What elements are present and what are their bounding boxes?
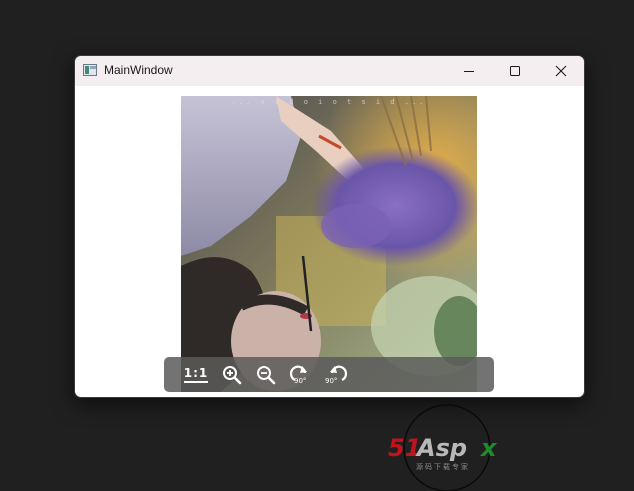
minimize-icon (464, 71, 474, 72)
zoom-in-icon (223, 366, 242, 385)
app-window-icon (83, 64, 97, 76)
image-viewer[interactable]: ... v s d o i o t s i d ... (181, 96, 477, 392)
zoom-out-button[interactable] (251, 361, 281, 389)
watermark-logo: 51 Asp x 源码下载专家 (388, 404, 498, 491)
zoom-out-icon (257, 366, 276, 385)
close-icon (555, 65, 567, 77)
photo-caption: ... v s d o i o t s i d ... (231, 98, 427, 106)
main-window: MainWindow ... v s d o i o t s i d ... 1… (74, 55, 585, 398)
svg-text:源码下载专家: 源码下载专家 (416, 462, 470, 471)
image-toolbar: 1:1 90° 90° (164, 357, 494, 392)
rotate-counterclockwise-button[interactable]: 90° (322, 361, 352, 389)
close-button[interactable] (538, 56, 584, 86)
rotate-counterclockwise-icon: 90° (324, 363, 350, 387)
svg-text:Asp: Asp (415, 434, 467, 462)
rotate-clockwise-icon: 90° (287, 363, 313, 387)
window-title: MainWindow (104, 63, 173, 77)
maximize-icon (510, 66, 520, 76)
actual-size-label: 1:1 (183, 367, 209, 383)
actual-size-button[interactable]: 1:1 (181, 361, 211, 389)
photo-image (181, 96, 477, 392)
zoom-in-button[interactable] (217, 361, 247, 389)
rotate-clockwise-button[interactable]: 90° (285, 361, 315, 389)
rotate-counterclockwise-label: 90° (325, 377, 338, 385)
svg-text:x: x (480, 434, 498, 462)
maximize-button[interactable] (492, 56, 538, 86)
title-bar[interactable]: MainWindow (75, 56, 584, 86)
rotate-clockwise-label: 90° (294, 377, 307, 385)
minimize-button[interactable] (446, 56, 492, 86)
